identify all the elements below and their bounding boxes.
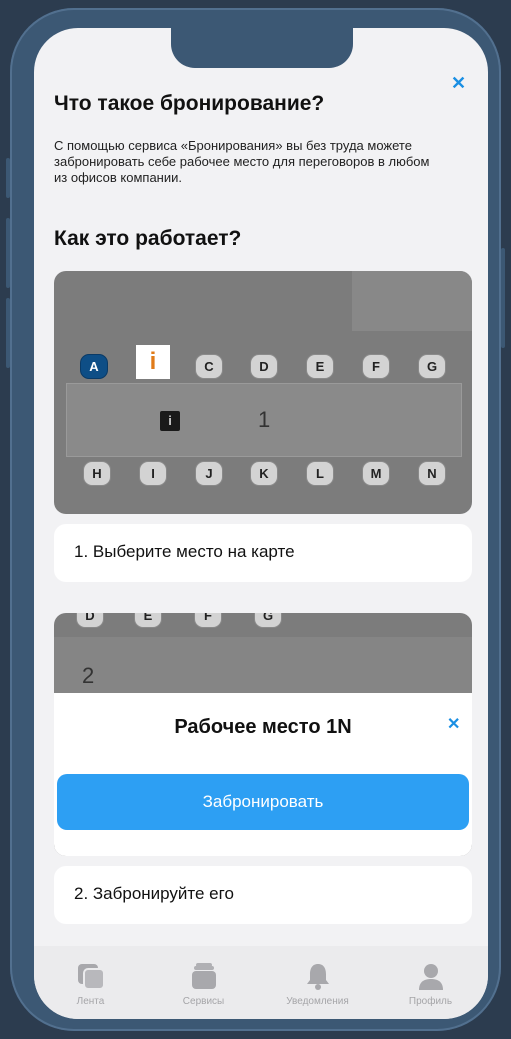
step-label: 1. Выберите место на карте: [74, 542, 295, 561]
desk-number: 1: [258, 407, 271, 432]
notch: [171, 28, 353, 68]
tab-label: Профиль: [408, 996, 453, 1007]
seat-marker: M: [362, 461, 390, 486]
step-card-2: 2. Забронируйте его: [54, 866, 472, 924]
seat-marker-occupied: A: [80, 354, 108, 379]
booking-modal: Рабочее место 1N ✕ Забронировать: [54, 693, 472, 856]
seat-marker: D: [76, 613, 104, 628]
phone-side-button: [6, 218, 10, 288]
tab-label: Уведомления: [286, 996, 349, 1007]
intro-description: С помощью сервиса «Бронирования» вы без …: [54, 138, 430, 185]
seat-marker: G: [418, 354, 446, 379]
seat-marker: C: [195, 354, 223, 379]
phone-side-button: [6, 158, 10, 198]
seat-marker: I: [139, 461, 167, 486]
seat-marker: J: [195, 461, 223, 486]
seat-marker: D: [250, 354, 278, 379]
close-icon[interactable]: ✕: [451, 74, 466, 92]
tab-profile[interactable]: Профиль: [374, 946, 487, 1019]
seat-marker: F: [194, 613, 222, 628]
seat-marker: F: [362, 354, 390, 379]
tab-notifications[interactable]: Уведомления: [261, 946, 374, 1019]
tab-label: Лента: [76, 996, 105, 1007]
page-title: Что такое бронирование?: [54, 92, 325, 115]
desk-info-icon: i: [160, 411, 180, 431]
step-card-1: 1. Выберите место на карте: [54, 524, 472, 582]
map-desk: [54, 637, 472, 697]
tab-label: Сервисы: [182, 996, 225, 1007]
bell-icon: [306, 964, 329, 990]
profile-icon: [418, 964, 443, 990]
seat-marker: K: [250, 461, 278, 486]
tab-bar: Лента Сервисы Уведомления Профиль: [34, 946, 488, 1019]
seat-marker: H: [83, 461, 111, 486]
seat-marker: G: [254, 613, 282, 628]
services-icon: [191, 963, 216, 989]
tab-services[interactable]: Сервисы: [147, 946, 260, 1019]
book-button[interactable]: Забронировать: [57, 774, 469, 830]
step-label: 2. Забронируйте его: [74, 884, 234, 903]
booking-illustration: D E F G 2 Рабочее место 1N ✕ Забронирова…: [54, 613, 472, 856]
modal-title: Рабочее место 1N: [174, 716, 352, 738]
seat-marker: L: [306, 461, 334, 486]
screen: ✕ Что такое бронирование? С помощью серв…: [34, 28, 488, 1019]
seat-marker: E: [306, 354, 334, 379]
map-illustration: A i C D E F G i 1 H I J K L M N: [54, 271, 472, 514]
desk-number: 2: [82, 663, 95, 688]
tab-feed[interactable]: Лента: [34, 946, 147, 1019]
seat-marker: N: [418, 461, 446, 486]
info-icon: i: [136, 345, 170, 379]
feed-icon: [77, 964, 105, 990]
phone-side-button: [501, 248, 505, 348]
close-icon[interactable]: ✕: [447, 717, 460, 733]
phone-side-button: [6, 298, 10, 368]
section-title: Как это работает?: [54, 227, 242, 250]
seat-marker: E: [134, 613, 162, 628]
map-wall: [352, 271, 472, 331]
